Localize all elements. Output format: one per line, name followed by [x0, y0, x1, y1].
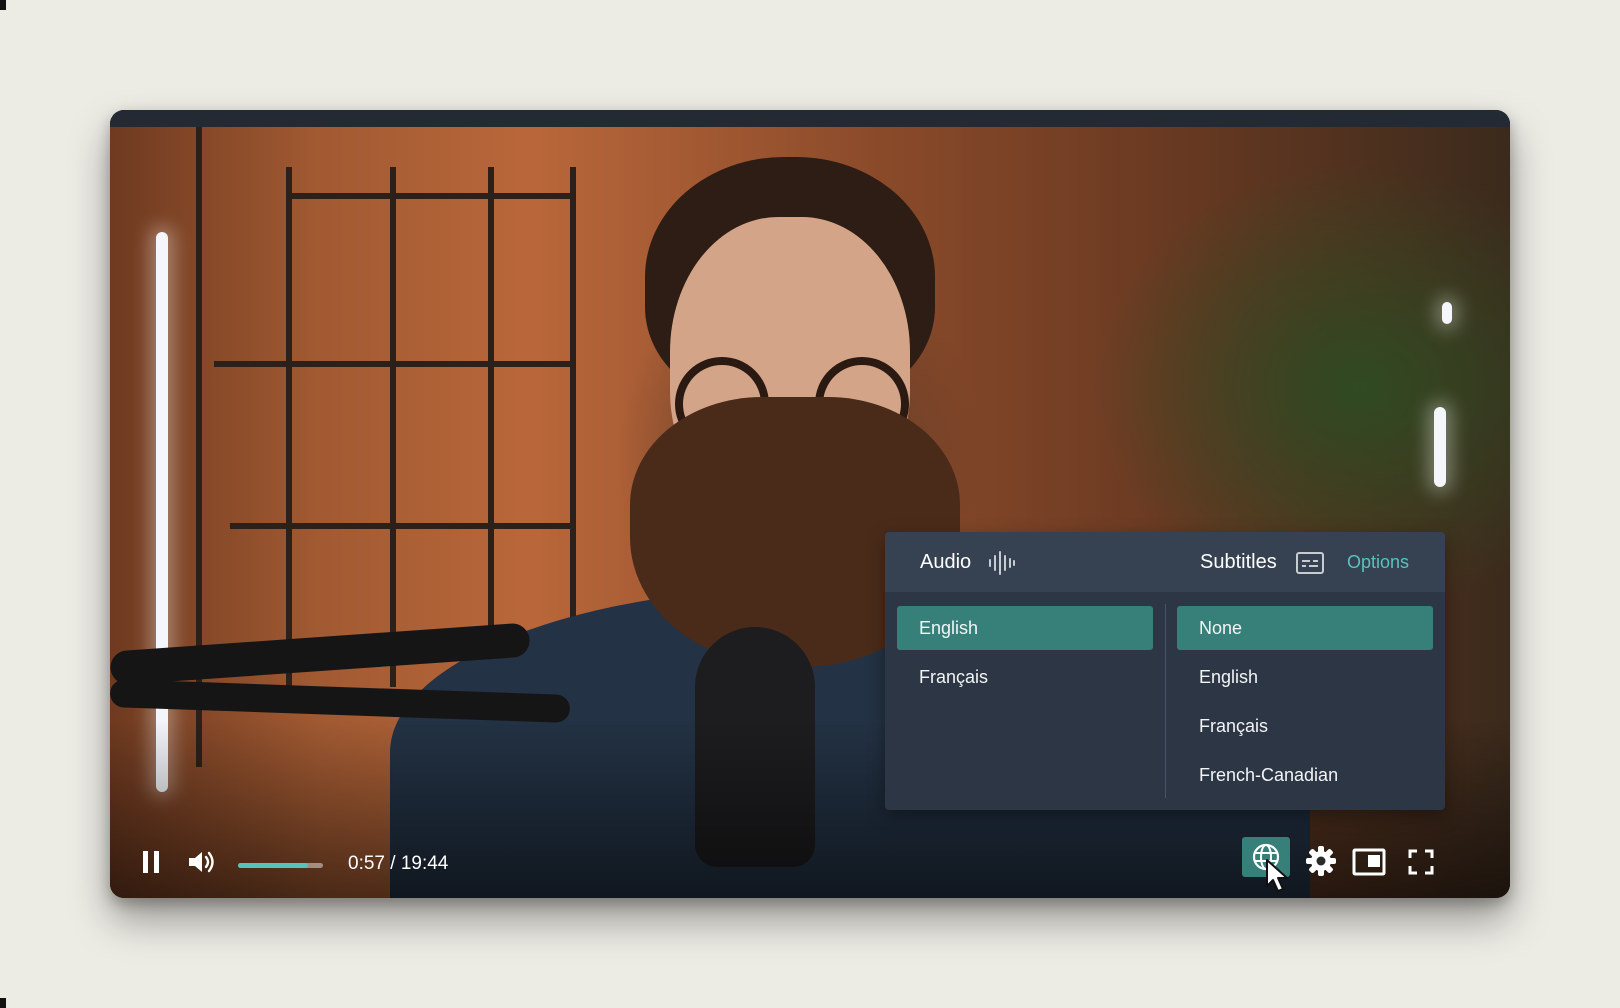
shelf-post: [390, 167, 396, 687]
background-light-right-top: [1442, 302, 1452, 324]
subtitles-icon: [1296, 552, 1324, 579]
language-panel: Audio Subtitles Options English Français…: [885, 532, 1445, 810]
subtitles-heading: Subtitles: [1200, 551, 1277, 573]
shelf-board: [286, 193, 576, 199]
audio-option-francais[interactable]: Français: [897, 655, 1153, 699]
audio-heading: Audio: [920, 551, 972, 573]
options-link[interactable]: Options: [1347, 552, 1409, 573]
audio-option-english[interactable]: English: [897, 606, 1153, 650]
gear-icon[interactable]: [1305, 845, 1337, 882]
player-top-strip: [110, 110, 1510, 127]
panel-column-divider: [1165, 604, 1166, 798]
subtitle-option-francais[interactable]: Français: [1177, 704, 1433, 748]
corner-mark-top-left: [0, 0, 6, 10]
shelf-post: [488, 167, 494, 687]
subtitle-option-french-canadian[interactable]: French-Canadian: [1177, 753, 1433, 797]
subtitle-option-none[interactable]: None: [1177, 606, 1433, 650]
language-panel-header: Audio Subtitles Options: [885, 532, 1445, 592]
time-display: 0:57 / 19:44: [348, 853, 449, 874]
cursor-icon: [1265, 858, 1291, 898]
background-light-right: [1434, 407, 1446, 487]
shelf-post: [286, 167, 292, 687]
picture-in-picture-icon[interactable]: [1352, 848, 1386, 881]
progress-bar[interactable]: [238, 863, 323, 868]
shelf-post: [570, 167, 576, 687]
audio-language-list: English Français: [897, 606, 1153, 704]
volume-icon[interactable]: [186, 848, 218, 881]
shelf-board: [230, 523, 576, 529]
fullscreen-icon[interactable]: [1408, 849, 1434, 880]
video-player[interactable]: Audio Subtitles Options English Français…: [110, 110, 1510, 898]
corner-mark-bottom-left: [0, 998, 6, 1008]
progress-fill: [238, 863, 308, 868]
subtitle-language-list: None English Français French-Canadian: [1177, 606, 1433, 802]
shelf-board: [214, 361, 576, 367]
subtitle-option-english[interactable]: English: [1177, 655, 1433, 699]
audio-wave-icon: [988, 551, 1016, 580]
pause-icon[interactable]: [140, 849, 162, 880]
player-controls: 0:57 / 19:44: [110, 828, 1510, 898]
